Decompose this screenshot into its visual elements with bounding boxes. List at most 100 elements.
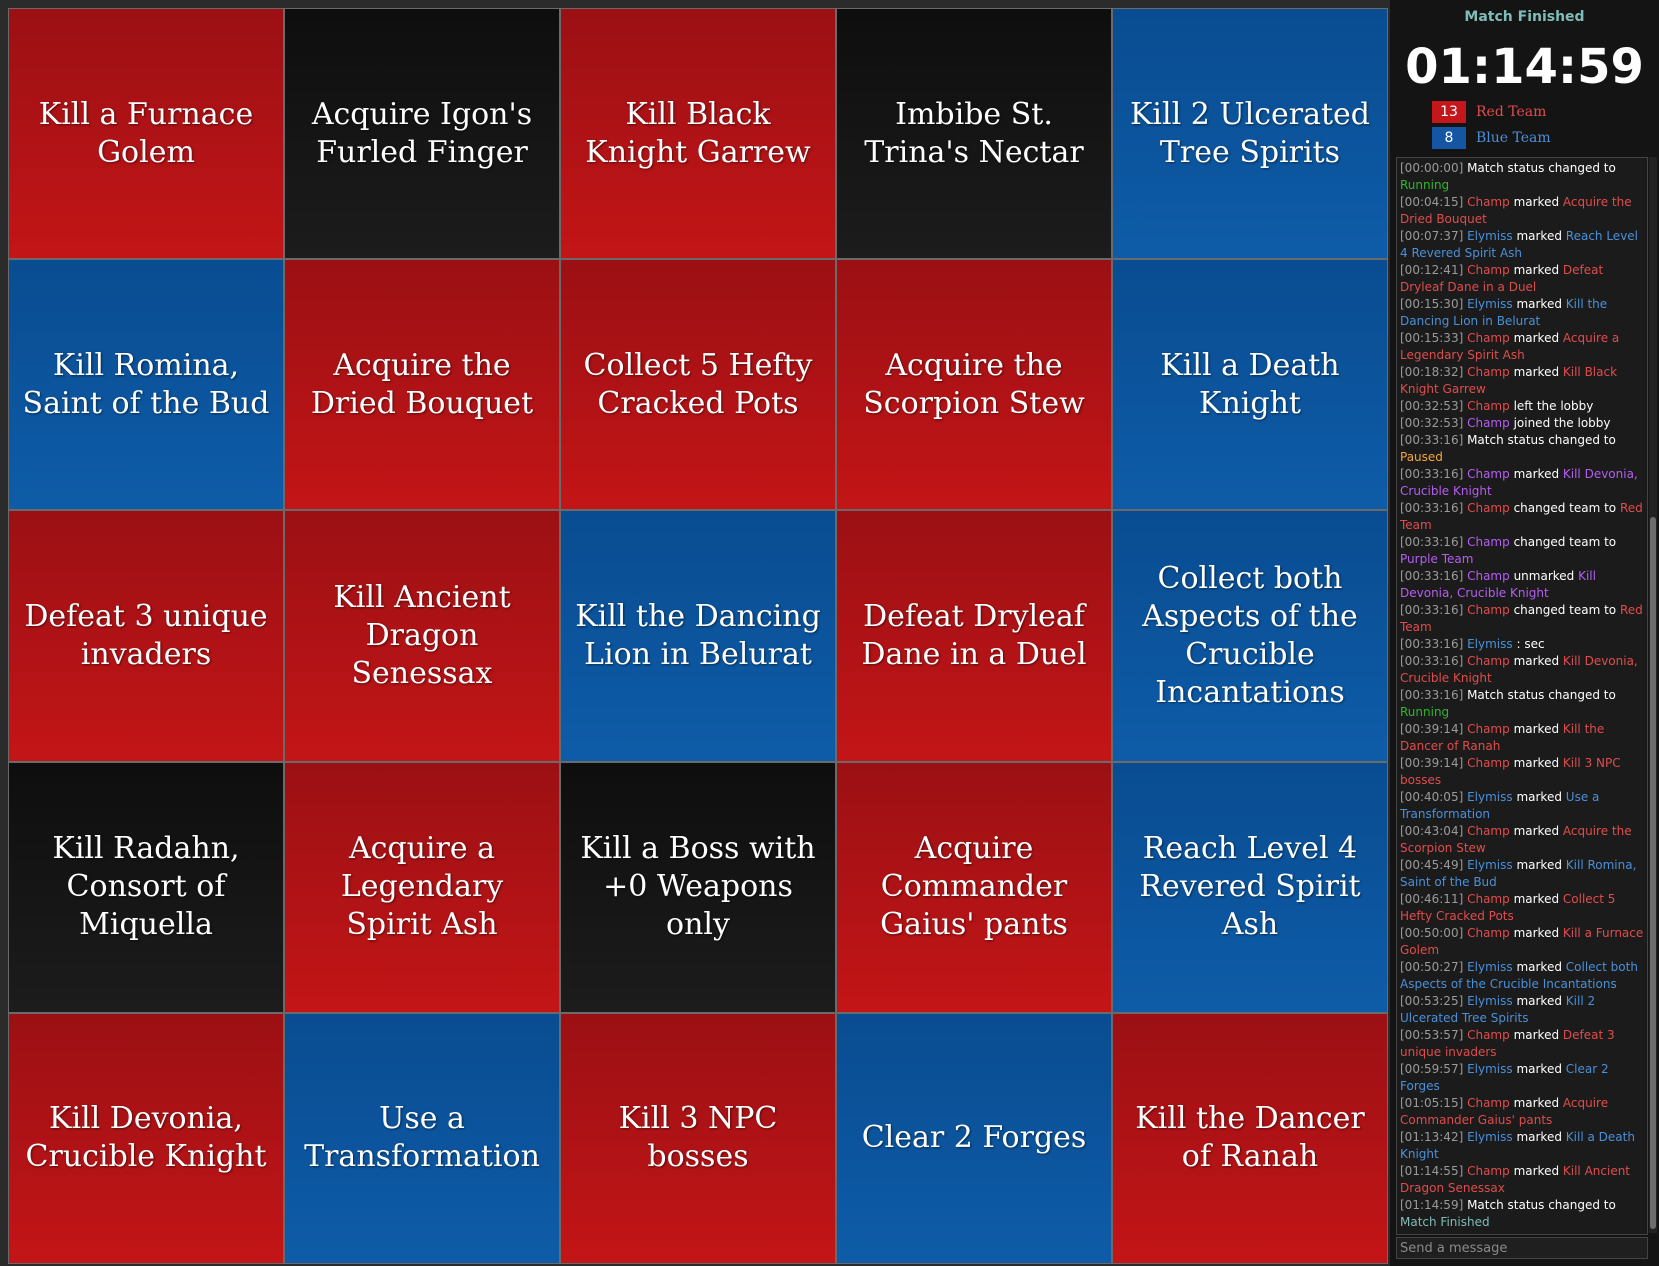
board-cell-label: Kill the Dancing Lion in Belurat [575,598,821,672]
chat-scrollbar-thumb[interactable] [1650,517,1656,1229]
board-cell[interactable]: Collect 5 Hefty Cracked Pots [560,259,836,511]
board-cell[interactable]: Kill a Boss with +0 Weapons only [560,761,836,1013]
chat-timestamp: [00:50:27] [1400,960,1464,974]
message-input[interactable] [1396,1237,1648,1259]
chat-message: [00:33:16] Match status changed to Runni… [1400,687,1644,721]
chat-message: [00:33:16] Champ unmarked Kill Devonia, … [1400,568,1644,602]
chat-timestamp: [00:40:05] [1400,790,1464,804]
chat-message-text: Champ [1467,365,1510,379]
board-cell-label: Kill a Death Knight [1160,347,1340,421]
chat-message-text: Match Finished [1400,1215,1490,1229]
chat-timestamp: [00:15:33] [1400,331,1464,345]
chat-scrollbar[interactable] [1649,157,1657,1233]
chat-message-text: marked [1509,1028,1563,1042]
chat-message-text: unmarked [1509,569,1579,583]
chat-message-text: Champ [1467,654,1510,668]
chat-message-text: Running [1400,178,1450,192]
board-cell-label: Collect 5 Hefty Cracked Pots [583,347,813,421]
chat-message-text: marked [1509,467,1563,481]
chat-message-text: Champ [1467,1096,1510,1110]
chat-message: [00:50:27] Elymiss marked Collect both A… [1400,959,1644,993]
chat-timestamp: [00:18:32] [1400,365,1464,379]
board-cell[interactable]: Acquire the Dried Bouquet [284,259,560,511]
chat-message-text: marked [1512,229,1566,243]
chat-message: [00:53:25] Elymiss marked Kill 2 Ulcerat… [1400,993,1644,1027]
chat-timestamp: [01:05:15] [1400,1096,1464,1110]
chat-message-text: Champ [1467,926,1510,940]
chat-timestamp: [00:39:14] [1400,722,1464,736]
chat-message: [00:15:30] Elymiss marked Kill the Danci… [1400,296,1644,330]
chat-message-text: Champ [1467,399,1510,413]
board-cell-label: Defeat 3 unique invaders [24,598,268,672]
chat-message-text: marked [1509,1164,1563,1178]
chat-message-text: Elymiss [1467,637,1513,651]
chat-timestamp: [00:33:16] [1400,637,1464,651]
board-cell[interactable]: Acquire a Legendary Spirit Ash [284,761,560,1013]
chat-message-text: Elymiss [1467,960,1513,974]
chat-message-text: marked [1509,926,1563,940]
chat-message: [00:33:16] Champ changed team to Purple … [1400,534,1644,568]
board-cell[interactable]: Kill a Furnace Golem [8,8,284,260]
chat-message-text: Match status changed to [1463,433,1616,447]
chat-log-panel[interactable]: [00:00:00] Match status changed to Runni… [1396,157,1648,1235]
board-cell[interactable]: Kill 3 NPC bosses [560,1012,836,1264]
sidebar: Match Finished 01:14:59 13 Red Team 8 Bl… [1390,0,1659,1266]
chat-timestamp: [00:39:14] [1400,756,1464,770]
board-cell[interactable]: Acquire Igon's Furled Finger [284,8,560,260]
board-cell[interactable]: Kill Radahn, Consort of Miquella [8,761,284,1013]
chat-message-text: marked [1509,824,1563,838]
board-cell[interactable]: Kill 2 Ulcerated Tree Spirits [1112,8,1388,260]
board-cell[interactable]: Defeat Dryleaf Dane in a Duel [836,510,1112,762]
chat-message-text: Elymiss [1467,229,1513,243]
chat-message: [01:14:55] Champ marked Kill Ancient Dra… [1400,1163,1644,1197]
chat-message: [00:39:14] Champ marked Kill the Dancer … [1400,721,1644,755]
chat-message-text: Elymiss [1467,858,1513,872]
match-timer: 01:14:59 [1405,39,1644,95]
board-cell[interactable]: Kill the Dancing Lion in Belurat [560,510,836,762]
chat-message: [00:33:16] Champ changed team to Red Tea… [1400,602,1644,636]
board-cell[interactable]: Imbibe St. Trina's Nectar [836,8,1112,260]
chat-timestamp: [00:33:16] [1400,433,1464,447]
board-cell[interactable]: Kill Ancient Dragon Senessax [284,510,560,762]
chat-timestamp: [00:46:11] [1400,892,1464,906]
chat-message: [00:50:00] Champ marked Kill a Furnace G… [1400,925,1644,959]
board-cell-label: Kill Romina, Saint of the Bud [22,347,270,421]
chat-message-text: marked [1509,654,1563,668]
board-cell[interactable]: Kill Romina, Saint of the Bud [8,259,284,511]
chat-timestamp: [00:43:04] [1400,824,1464,838]
chat-message-text: Champ [1467,1164,1510,1178]
chat-timestamp: [00:53:57] [1400,1028,1464,1042]
chat-timestamp: [00:53:25] [1400,994,1464,1008]
board-cell[interactable]: Collect both Aspects of the Crucible Inc… [1112,510,1388,762]
chat-message-text: Running [1400,705,1450,719]
chat-timestamp: [01:14:55] [1400,1164,1464,1178]
board-cell[interactable]: Reach Level 4 Revered Spirit Ash [1112,761,1388,1013]
chat-message: [00:40:05] Elymiss marked Use a Transfor… [1400,789,1644,823]
board-cell[interactable]: Kill a Death Knight [1112,259,1388,511]
chat-message-text: Champ [1467,331,1510,345]
board-cell-label: Imbibe St. Trina's Nectar [864,96,1084,170]
board-cell-label: Acquire Igon's Furled Finger [311,96,533,170]
board-cell[interactable]: Acquire Commander Gaius' pants [836,761,1112,1013]
chat-message-text: Match status changed to [1463,1198,1616,1212]
board-cell[interactable]: Kill the Dancer of Ranah [1112,1012,1388,1264]
chat-message-text: Champ [1467,263,1510,277]
team-blue-score: 8 [1432,127,1466,149]
board-cell[interactable]: Use a Transformation [284,1012,560,1264]
board-cell[interactable]: Defeat 3 unique invaders [8,510,284,762]
board-cell[interactable]: Kill Devonia, Crucible Knight [8,1012,284,1264]
board-cell[interactable]: Kill Black Knight Garrew [560,8,836,260]
board-cell-label: Kill the Dancer of Ranah [1135,1101,1365,1175]
chat-message-text: Paused [1400,450,1443,464]
board-cell-label: Kill Ancient Dragon Senessax [333,579,511,691]
chat-timestamp: [00:33:16] [1400,501,1464,515]
chat-message: [00:00:00] Match status changed to Runni… [1400,160,1644,194]
chat-message-text: changed team to [1509,501,1620,515]
board-cell[interactable]: Acquire the Scorpion Stew [836,259,1112,511]
chat-message: [00:12:41] Champ marked Defeat Dryleaf D… [1400,262,1644,296]
board-cell[interactable]: Clear 2 Forges [836,1012,1112,1264]
chat-timestamp: [00:00:00] [1400,161,1464,175]
chat-message: [00:45:49] Elymiss marked Kill Romina, S… [1400,857,1644,891]
chat-message: [00:46:11] Champ marked Collect 5 Hefty … [1400,891,1644,925]
chat-message: [00:33:16] Champ marked Kill Devonia, Cr… [1400,653,1644,687]
